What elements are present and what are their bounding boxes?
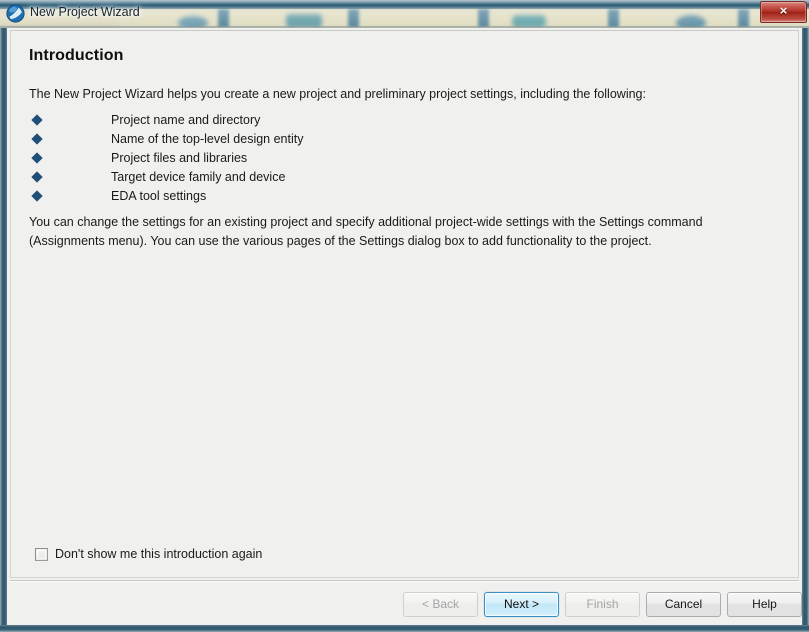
finish-button[interactable]: Finish [565, 592, 640, 617]
diamond-bullet-icon [31, 171, 43, 183]
list-item-label: Name of the top-level design entity [111, 132, 304, 146]
page-title: Introduction [29, 47, 124, 64]
diamond-bullet-icon [31, 152, 43, 164]
list-item: Target device family and device [29, 168, 769, 187]
wizard-content-panel: Introduction The New Project Wizard help… [10, 30, 799, 578]
list-item-label: EDA tool settings [111, 189, 207, 203]
window-title-bar[interactable]: New Project Wizard × [0, 0, 809, 28]
intro-paragraph: The New Project Wizard helps you create … [29, 87, 646, 101]
feature-bullet-list: Project name and directory Name of the t… [29, 111, 769, 206]
close-button[interactable]: × [760, 1, 807, 23]
dialog-button-bar: < Back Next > Finish Cancel Help [7, 588, 802, 625]
window-frame-right [802, 28, 809, 632]
closing-paragraph: You can change the settings for an exist… [29, 215, 703, 248]
diamond-bullet-icon [31, 190, 43, 202]
window-title: New Project Wizard [30, 5, 140, 19]
dont-show-again-label: Don't show me this introduction again [55, 547, 263, 561]
diamond-bullet-icon [31, 114, 43, 126]
cancel-button[interactable]: Cancel [646, 592, 721, 617]
new-project-wizard-window: New Project Wizard × Introduction The Ne… [0, 0, 809, 632]
window-frame-bottom [0, 625, 809, 632]
diamond-bullet-icon [31, 133, 43, 145]
window-frame-left [0, 28, 7, 632]
close-icon: × [779, 3, 788, 18]
button-bar-separator [10, 580, 799, 582]
list-item-label: Project files and libraries [111, 151, 248, 165]
list-item: Project name and directory [29, 111, 769, 130]
list-item: Project files and libraries [29, 149, 769, 168]
back-button[interactable]: < Back [403, 592, 478, 617]
list-item-label: Project name and directory [111, 113, 261, 127]
dialog-client-area: Introduction The New Project Wizard help… [7, 28, 802, 625]
quartus-globe-icon [6, 4, 25, 23]
help-button[interactable]: Help [727, 592, 802, 617]
list-item-label: Target device family and device [111, 170, 286, 184]
next-button[interactable]: Next > [484, 592, 559, 617]
dont-show-again-checkbox[interactable] [35, 548, 48, 561]
list-item: Name of the top-level design entity [29, 130, 769, 149]
list-item: EDA tool settings [29, 187, 769, 206]
